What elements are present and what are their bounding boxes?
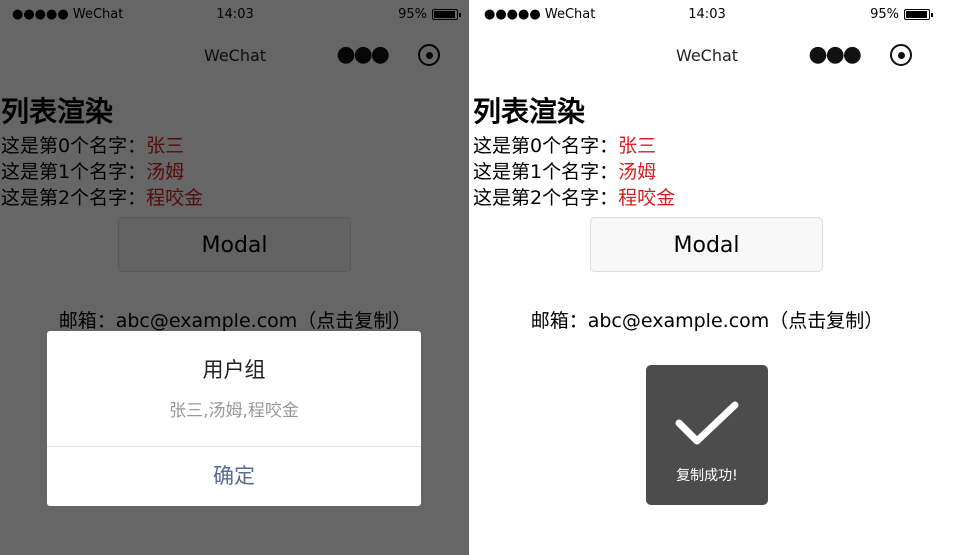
modal-dialog: 用户组 张三,汤姆,程咬金 确定	[47, 331, 421, 506]
toast-text: 复制成功!	[676, 468, 738, 484]
list-item-prefix: 这是第1个名字：	[473, 161, 619, 183]
list-item-prefix: 这是第2个名字：	[473, 187, 619, 209]
list-item-name: 程咬金	[618, 187, 676, 209]
copy-success-toast: 复制成功!	[646, 365, 768, 505]
name-list: 这是第0个名字：张三 这是第1个名字：汤姆 这是第2个名字：程咬金	[473, 133, 675, 211]
dialog-title: 用户组	[202, 358, 266, 382]
battery-icon	[904, 9, 933, 20]
email-copy-text[interactable]: 邮箱：abc@example.com（点击复制）	[472, 306, 942, 333]
phone-screen-toast: ●●●●● WeChat 14:03 95% WeChat ●●● 列表渲染 这…	[472, 0, 942, 555]
nav-title: WeChat	[675, 46, 739, 65]
list-item-prefix: 这是第0个名字：	[473, 135, 619, 157]
phone-screen-dialog: ●●●●● WeChat 14:03 95% WeChat ●●● 列表渲染 这…	[0, 0, 470, 555]
battery-indicator: 95%	[870, 7, 933, 22]
list-item-name: 张三	[618, 135, 657, 157]
list-item: 这是第2个名字：程咬金	[473, 185, 675, 211]
list-item: 这是第0个名字：张三	[473, 133, 675, 159]
dialog-content: 张三,汤姆,程咬金	[169, 401, 299, 421]
status-bar: ●●●●● WeChat 14:03 95%	[472, 0, 942, 32]
list-item-name: 汤姆	[618, 161, 657, 183]
page-heading: 列表渲染	[473, 95, 586, 128]
record-circle-icon[interactable]	[890, 44, 912, 66]
navigation-bar: WeChat ●●●	[472, 36, 942, 74]
confirm-button[interactable]: 确定	[47, 447, 421, 506]
more-dots-icon[interactable]: ●●●	[808, 42, 862, 67]
list-item: 这是第1个名字：汤姆	[473, 159, 675, 185]
battery-percent: 95%	[870, 7, 899, 22]
modal-button[interactable]: Modal	[590, 217, 823, 272]
checkmark-icon	[675, 401, 739, 445]
